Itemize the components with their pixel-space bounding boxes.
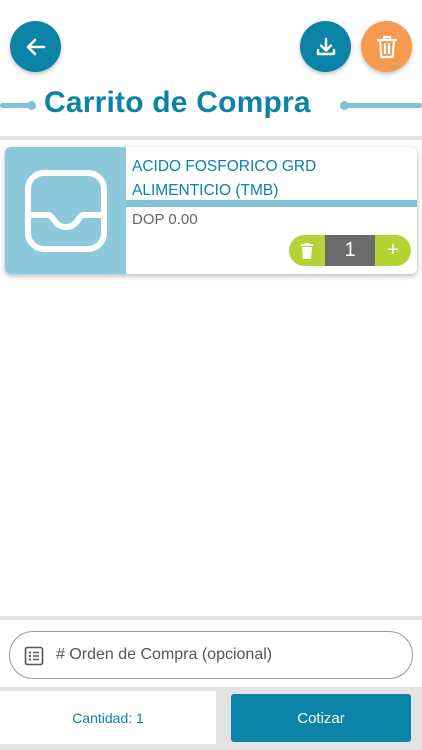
title-decoration-right: [346, 103, 422, 108]
list-icon: [24, 646, 44, 666]
cart-quantity-total: Cantidad: 1: [0, 691, 216, 744]
divider-bottom: [0, 616, 422, 620]
quantity-value: 1: [325, 235, 375, 266]
product-price: DOP 0.00: [132, 211, 198, 228]
increase-quantity-button[interactable]: +: [375, 235, 411, 266]
download-button[interactable]: [300, 21, 351, 72]
quote-button[interactable]: Cotizar: [231, 694, 411, 742]
purchase-order-field[interactable]: [9, 631, 413, 679]
purchase-order-input[interactable]: [56, 632, 401, 678]
product-image-placeholder: [5, 147, 126, 274]
divider-top: [0, 136, 422, 140]
clear-cart-button[interactable]: [361, 21, 412, 72]
arrow-left-icon: [26, 38, 45, 55]
quantity-stepper: 1 +: [289, 235, 411, 266]
back-button[interactable]: [10, 21, 61, 72]
trash-icon: [376, 35, 397, 58]
product-name: ACIDO FOSFORICO GRD ALIMENTICIO (TMB): [132, 158, 317, 199]
title-row: Carrito de Compra: [0, 86, 422, 124]
title-decoration-dot-left: [27, 101, 36, 110]
cart-item-card[interactable]: ACIDO FOSFORICO GRD ALIMENTICIO (TMB) DO…: [5, 147, 417, 274]
product-divider: [126, 200, 417, 207]
remove-item-button[interactable]: [289, 235, 325, 266]
page-title: Carrito de Compra: [44, 86, 311, 119]
download-icon: [316, 37, 335, 55]
trash-icon: [301, 242, 313, 259]
inbox-tray-icon: [24, 169, 107, 252]
